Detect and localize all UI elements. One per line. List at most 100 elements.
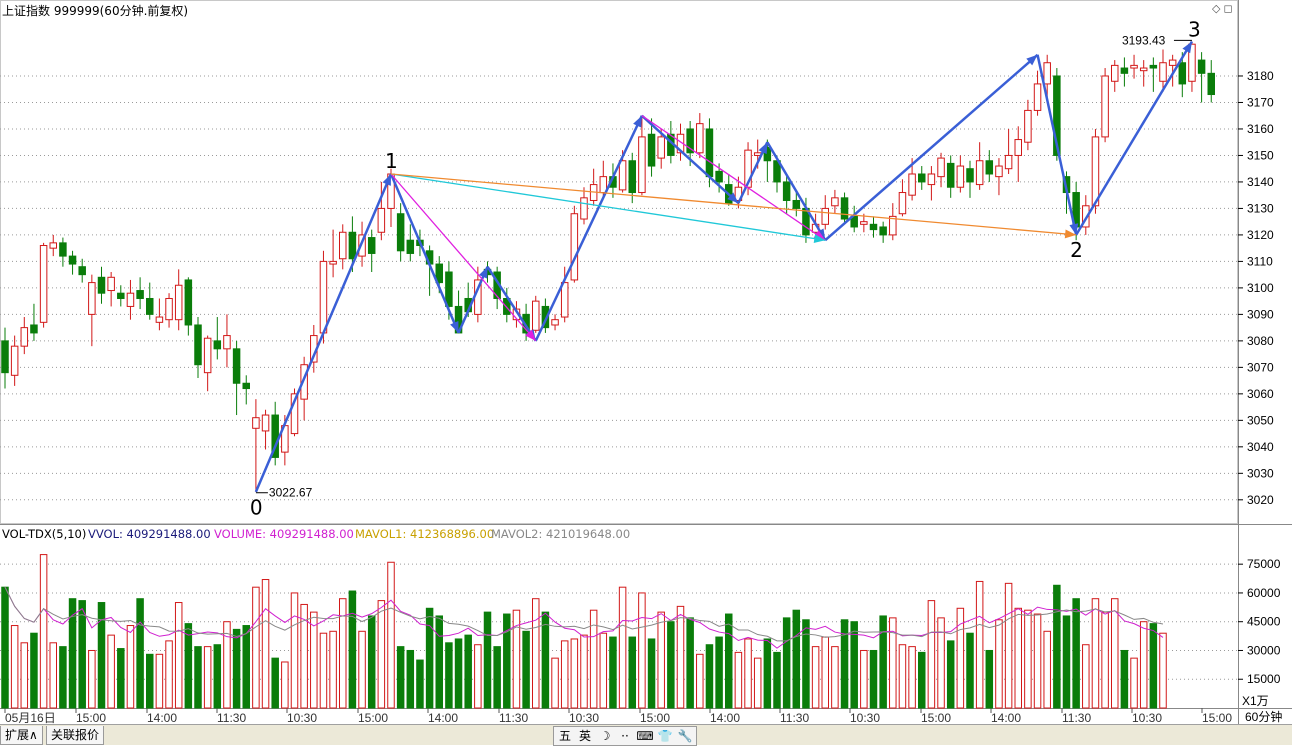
volume-bar[interactable] — [667, 621, 675, 709]
candle-body[interactable] — [696, 123, 704, 154]
candle-body[interactable] — [918, 173, 926, 183]
volume-bar[interactable] — [618, 586, 627, 709]
candle-body[interactable] — [30, 324, 38, 334]
candle-body[interactable] — [68, 255, 77, 265]
candle-body[interactable] — [232, 348, 241, 384]
volume-bar[interactable] — [126, 625, 135, 709]
volume-bar[interactable] — [261, 579, 270, 709]
volume-bar[interactable] — [1082, 644, 1090, 709]
tab-expand[interactable]: 扩展∧ — [0, 726, 43, 745]
candle-body[interactable] — [117, 292, 125, 299]
candle-body[interactable] — [242, 382, 250, 390]
volume-bar[interactable] — [580, 634, 588, 709]
volume-bar[interactable] — [1120, 649, 1129, 709]
volume-bar[interactable] — [483, 611, 492, 709]
candle-body[interactable] — [570, 213, 579, 281]
candle-body[interactable] — [146, 297, 154, 315]
candle-body[interactable] — [898, 192, 907, 215]
volume-bar[interactable] — [570, 638, 579, 709]
candle-body[interactable] — [49, 242, 57, 249]
candle-body[interactable] — [203, 337, 212, 374]
candle-body[interactable] — [869, 223, 878, 231]
volume-bar[interactable] — [136, 598, 144, 709]
candle-body[interactable] — [1004, 154, 1013, 170]
volume-bar[interactable] — [1024, 609, 1032, 709]
volume-bar[interactable] — [725, 613, 733, 709]
candle-body[interactable] — [339, 231, 347, 260]
volume-bar[interactable] — [898, 644, 907, 709]
candle-body[interactable] — [445, 271, 453, 307]
volume-bar[interactable] — [609, 636, 617, 709]
candle-body[interactable] — [377, 207, 386, 233]
candle-body[interactable] — [860, 221, 868, 225]
tab-related-quotes[interactable]: 关联报价 — [46, 726, 105, 745]
volume-bar[interactable] — [1, 586, 9, 709]
candle-body[interactable] — [821, 207, 829, 225]
volume-bar[interactable] — [918, 651, 926, 709]
volume-bar[interactable] — [271, 657, 279, 709]
volume-bar[interactable] — [1101, 611, 1109, 709]
volume-bar[interactable] — [367, 615, 376, 709]
candle-body[interactable] — [782, 181, 791, 201]
volume-bar[interactable] — [406, 649, 415, 709]
volume-bar[interactable] — [532, 598, 540, 709]
volume-bar[interactable] — [252, 586, 260, 709]
candle-body[interactable] — [88, 282, 96, 315]
candle-body[interactable] — [155, 316, 164, 323]
volume-bar[interactable] — [879, 615, 887, 709]
candle-body[interactable] — [184, 279, 193, 326]
candle-body[interactable] — [136, 290, 144, 299]
candle-body[interactable] — [1101, 75, 1109, 138]
candle-body[interactable] — [1014, 139, 1022, 156]
candle-body[interactable] — [97, 276, 106, 294]
candle-body[interactable] — [1197, 59, 1206, 74]
chart-canvas[interactable]: 3020303030403050306030703080309031003110… — [0, 0, 1292, 745]
volume-bar[interactable] — [522, 630, 530, 709]
volume-bar[interactable] — [194, 646, 202, 709]
volume-bar[interactable] — [242, 625, 250, 709]
volume-bar[interactable] — [203, 646, 212, 709]
volume-bar[interactable] — [541, 611, 550, 709]
candle-body[interactable] — [10, 345, 19, 376]
volume-bar[interactable] — [860, 649, 868, 709]
volume-bar[interactable] — [753, 657, 762, 709]
volume-bar[interactable] — [975, 580, 984, 709]
candle-body[interactable] — [715, 170, 723, 183]
volume-bar[interactable] — [232, 628, 241, 709]
candle-body[interactable] — [1043, 62, 1051, 85]
volume-bar[interactable] — [174, 602, 183, 709]
volume-bar[interactable] — [493, 646, 501, 709]
volume-bar[interactable] — [715, 636, 723, 709]
volume-bar[interactable] — [696, 653, 704, 709]
candle-body[interactable] — [1024, 109, 1032, 143]
candle-body[interactable] — [329, 260, 337, 265]
candle-body[interactable] — [647, 133, 656, 167]
volume-bar[interactable] — [705, 644, 714, 709]
volume-bar[interactable] — [1072, 598, 1080, 709]
candle-body[interactable] — [831, 197, 839, 207]
candle-body[interactable] — [628, 160, 636, 194]
candle-body[interactable] — [1168, 59, 1177, 66]
candle-body[interactable] — [213, 340, 222, 350]
volume-bar[interactable] — [966, 632, 974, 709]
volume-bar[interactable] — [435, 615, 443, 709]
window-controls[interactable]: ◇◻ — [1212, 2, 1236, 15]
candle-body[interactable] — [927, 173, 936, 186]
candle-body[interactable] — [705, 128, 714, 178]
candle-body[interactable] — [560, 282, 569, 318]
period-label[interactable]: 60分钟 — [1245, 709, 1282, 724]
volume-bar[interactable] — [184, 623, 193, 709]
volume-bar[interactable] — [88, 649, 96, 709]
candle-body[interactable] — [223, 335, 231, 350]
candle-body[interactable] — [937, 157, 945, 178]
candle-body[interactable] — [580, 197, 588, 220]
volume-bar[interactable] — [1043, 630, 1051, 709]
volume-bar[interactable] — [146, 653, 154, 709]
volume-bar[interactable] — [908, 646, 916, 709]
candle-body[interactable] — [792, 199, 801, 209]
candle-body[interactable] — [618, 160, 627, 191]
volume-bar[interactable] — [1139, 621, 1148, 709]
candle-body[interactable] — [126, 292, 135, 307]
volume-bar[interactable] — [734, 651, 743, 709]
candle-body[interactable] — [840, 197, 849, 220]
